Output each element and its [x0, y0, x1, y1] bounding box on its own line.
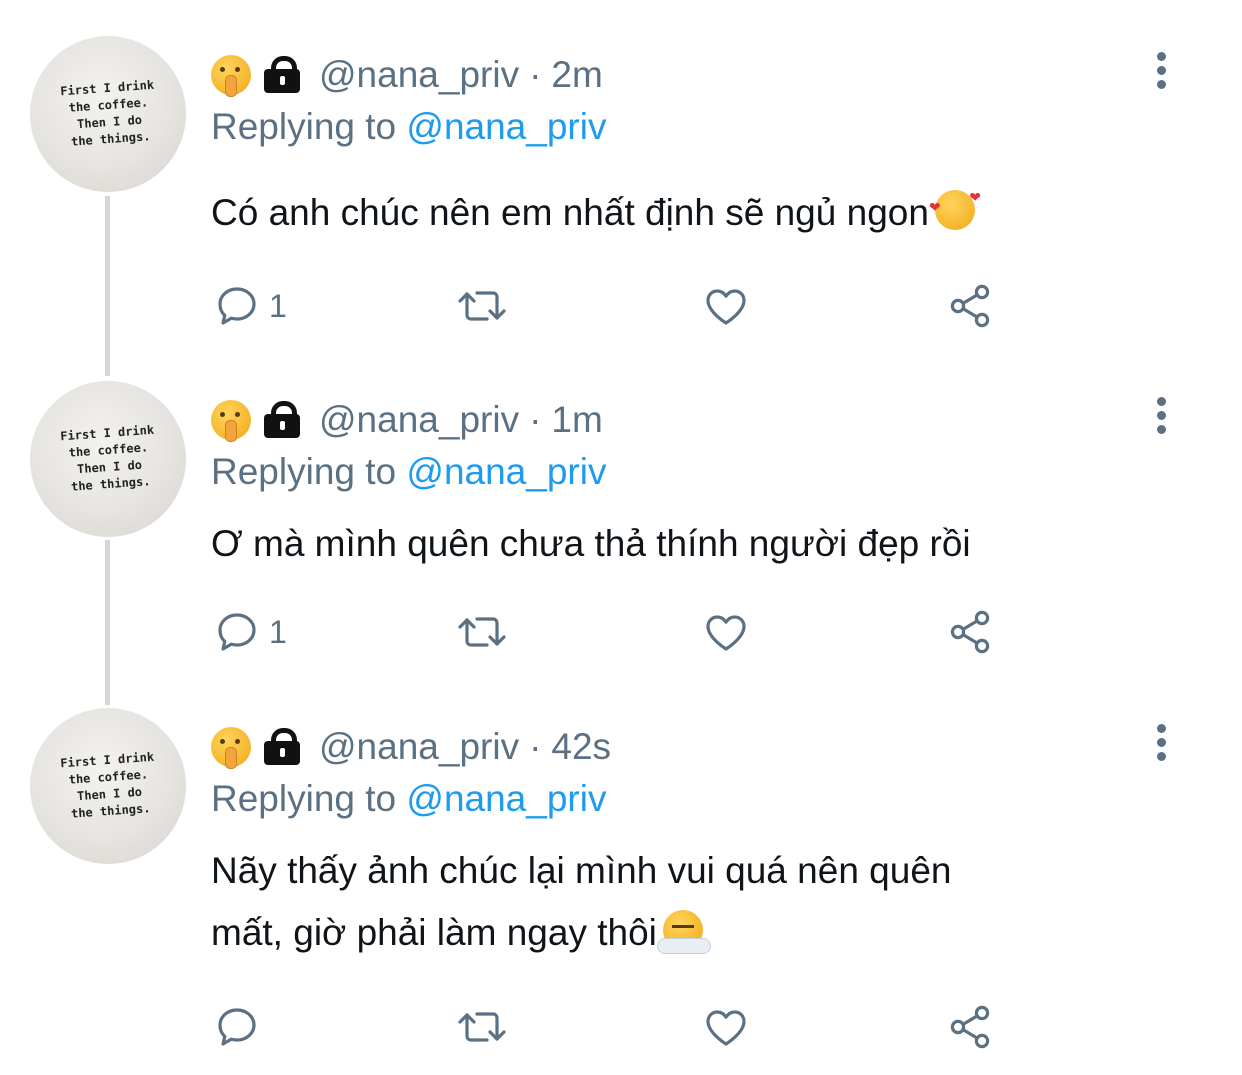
replying-to: Replying to @nana_priv — [211, 778, 606, 820]
reply-icon — [218, 1008, 256, 1046]
avatar[interactable]: First I drink the coffee. Then I do the … — [30, 381, 186, 537]
share-button[interactable] — [946, 281, 994, 331]
like-button[interactable] — [702, 1002, 750, 1052]
avatar[interactable]: First I drink the coffee. Then I do the … — [30, 708, 186, 864]
like-button[interactable] — [702, 281, 750, 331]
tweet-text-content: Ơ mà mình quên chưa thả thính người đẹp … — [211, 523, 971, 564]
replying-to: Replying to @nana_priv — [211, 451, 606, 493]
retweet-icon — [458, 291, 506, 321]
like-icon — [706, 1010, 746, 1046]
lock-icon — [261, 54, 303, 96]
meta-separator: · — [529, 399, 542, 440]
retweet-button[interactable] — [455, 281, 509, 331]
tweet-text: Ơ mà mình quên chưa thả thính người đẹp … — [211, 513, 1171, 575]
shushing-face-icon — [211, 727, 251, 769]
avatar-caption: First I drink the coffee. Then I do the … — [59, 77, 155, 149]
tweet-text-content: mất, giờ phải làm ngay thôi — [211, 912, 657, 953]
tweet-text: Nãy thấy ảnh chúc lại mình vui quá nên q… — [211, 840, 1171, 964]
replying-to: Replying to @nana_priv — [211, 106, 606, 148]
share-button[interactable] — [946, 607, 994, 657]
face-with-steam-icon — [656, 910, 711, 954]
retweet-icon — [458, 1012, 506, 1042]
tweet-text-line-2: mất, giờ phải làm ngay thôi — [211, 902, 1171, 964]
tweet-text-content: Có anh chúc nên em nhất định sẽ ngủ ngon — [211, 192, 929, 233]
tweet-actions: 1 — [0, 607, 1242, 657]
tweet-actions: 1 — [0, 281, 1242, 331]
shushing-face-icon — [211, 55, 251, 97]
replying-to-mention[interactable]: @nana_priv — [406, 451, 606, 492]
reply-icon — [218, 613, 256, 651]
reply-count: 1 — [269, 287, 287, 324]
replying-to-label: Replying to — [211, 778, 397, 819]
avatar-caption: First I drink the coffee. Then I do the … — [59, 422, 155, 494]
tweet-text-line: Nãy thấy ảnh chúc lại mình vui quá nên q… — [211, 850, 952, 891]
replying-to-label: Replying to — [211, 106, 397, 147]
like-icon — [706, 289, 746, 325]
meta-separator: · — [529, 54, 542, 95]
retweet-button[interactable] — [455, 1002, 509, 1052]
lock-icon — [261, 399, 303, 441]
username-handle[interactable]: @nana_priv — [319, 54, 519, 96]
replying-to-label: Replying to — [211, 451, 397, 492]
retweet-icon — [458, 617, 506, 647]
timestamp[interactable]: 2m — [551, 54, 602, 96]
replying-to-mention[interactable]: @nana_priv — [406, 106, 606, 147]
lock-icon — [261, 726, 303, 768]
timestamp[interactable]: 42s — [551, 726, 611, 768]
like-icon — [706, 615, 746, 651]
replying-to-mention[interactable]: @nana_priv — [406, 778, 606, 819]
tweet-header: @nana_priv · 2m — [211, 50, 603, 100]
tweet-actions — [0, 1002, 1242, 1052]
reply-button[interactable]: 1 — [213, 281, 287, 331]
tweet-header: @nana_priv · 1m — [211, 395, 603, 445]
more-options-icon[interactable] — [1153, 397, 1169, 435]
like-button[interactable] — [702, 607, 750, 657]
tweet-header: @nana_priv · 42s — [211, 722, 611, 772]
more-options-icon[interactable] — [1153, 52, 1169, 90]
share-icon — [950, 610, 990, 654]
meta-separator: · — [529, 726, 542, 767]
timestamp[interactable]: 1m — [551, 399, 602, 441]
share-icon — [950, 1005, 990, 1049]
reply-count: 1 — [269, 613, 287, 650]
shushing-face-icon — [211, 400, 251, 442]
more-options-icon[interactable] — [1153, 724, 1169, 762]
username-handle[interactable]: @nana_priv — [319, 726, 519, 768]
tweet-text: Có anh chúc nên em nhất định sẽ ngủ ngon — [211, 182, 1171, 244]
retweet-button[interactable] — [455, 607, 509, 657]
username-handle[interactable]: @nana_priv — [319, 399, 519, 441]
share-button[interactable] — [946, 1002, 994, 1052]
avatar[interactable]: First I drink the coffee. Then I do the … — [30, 36, 186, 192]
reply-icon — [218, 287, 256, 325]
reply-button[interactable] — [213, 1002, 269, 1052]
avatar-caption: First I drink the coffee. Then I do the … — [59, 749, 155, 821]
share-icon — [950, 284, 990, 328]
smiling-face-with-hearts-icon — [929, 190, 981, 230]
reply-button[interactable]: 1 — [213, 607, 287, 657]
